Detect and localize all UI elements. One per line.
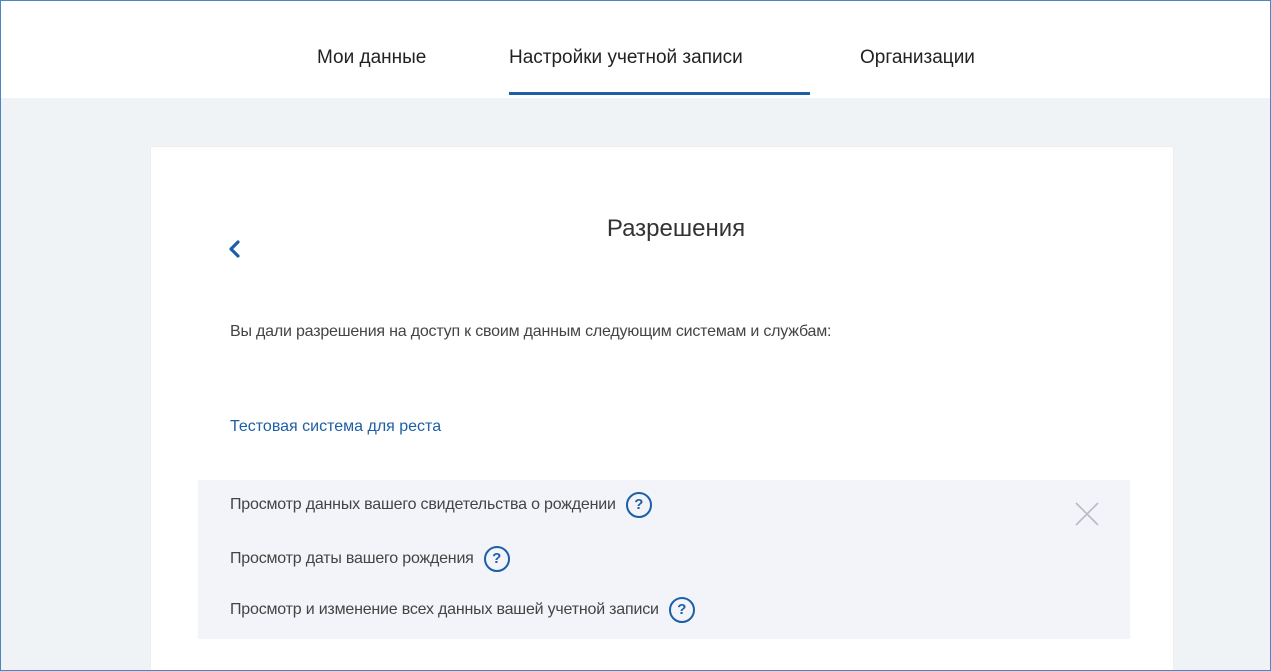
permission-item: Просмотр данных вашего свидетельства о р…	[230, 492, 652, 518]
help-icon[interactable]: ?	[668, 597, 695, 623]
permission-label: Просмотр даты вашего рождения	[230, 550, 474, 567]
intro-text: Вы дали разрешения на доступ к своим дан…	[230, 323, 832, 340]
help-icon[interactable]: ?	[625, 492, 652, 518]
permission-group: Просмотр данных вашего свидетельства о р…	[198, 480, 1130, 639]
page-frame: Мои данные Настройки учетной записи Орга…	[0, 0, 1271, 671]
page-title: Разрешения	[606, 215, 746, 242]
permission-label: Просмотр данных вашего свидетельства о р…	[230, 496, 616, 513]
permission-label: Просмотр и изменение всех данных вашей у…	[230, 601, 659, 618]
tab-my-data[interactable]: Мои данные	[317, 47, 426, 69]
tab-account-settings[interactable]: Настройки учетной записи	[509, 47, 743, 69]
close-icon	[1075, 502, 1099, 526]
system-name-link[interactable]: Тестовая система для реста	[230, 418, 441, 436]
permissions-card: Разрешения Вы дали разрешения на доступ …	[151, 147, 1173, 670]
permission-item: Просмотр и изменение всех данных вашей у…	[230, 597, 695, 623]
revoke-permission-button[interactable]	[1074, 501, 1100, 527]
active-tab-indicator	[509, 92, 810, 95]
top-navigation: Мои данные Настройки учетной записи Орга…	[1, 1, 1270, 98]
tab-organizations[interactable]: Организации	[860, 47, 975, 69]
permission-item: Просмотр даты вашего рождения ?	[230, 546, 510, 572]
help-icon[interactable]: ?	[483, 546, 510, 572]
